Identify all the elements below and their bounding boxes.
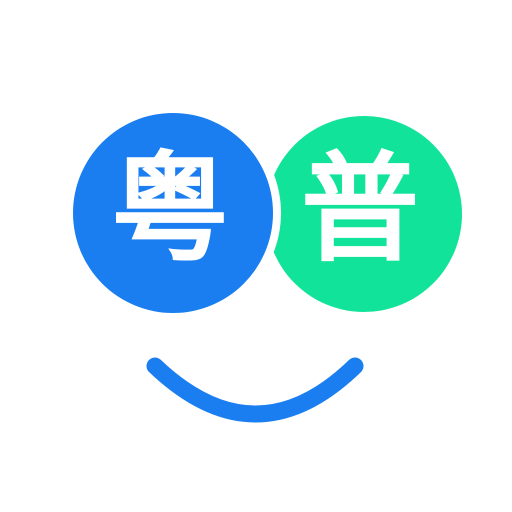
- right-character: 普: [301, 140, 419, 278]
- left-character: 粤: [111, 140, 229, 278]
- app-logo: 粤 普: [0, 0, 512, 512]
- logo-graphic: 粤 普: [0, 0, 512, 512]
